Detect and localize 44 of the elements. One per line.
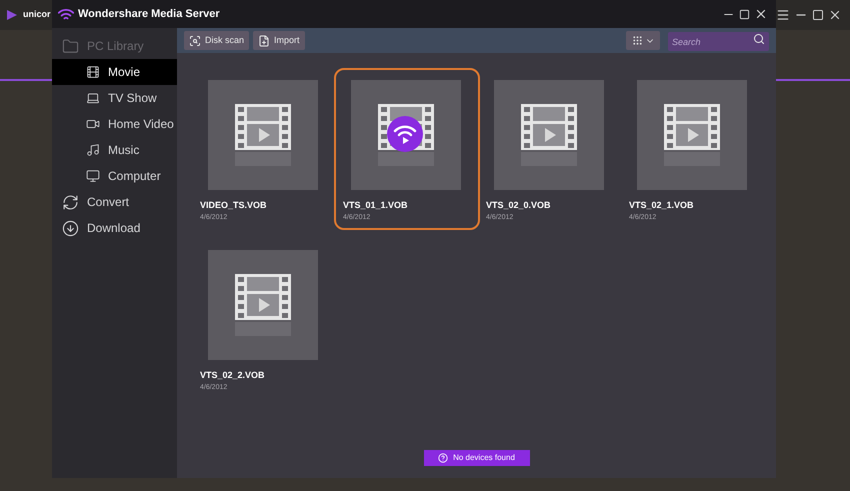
sidebar-item[interactable]: Home Video xyxy=(52,111,177,137)
film-icon xyxy=(521,104,577,166)
folder-icon xyxy=(62,38,79,54)
film-icon xyxy=(235,104,291,166)
file-name: VIDEO_TS.VOB xyxy=(200,199,268,212)
music-note-icon xyxy=(86,143,100,157)
grid-icon xyxy=(632,35,642,46)
laptop-icon xyxy=(86,91,100,105)
video-camera-icon xyxy=(86,117,100,131)
sidebar-item[interactable]: Music xyxy=(52,137,177,163)
maximize-icon[interactable] xyxy=(739,8,750,20)
refresh-icon xyxy=(62,194,79,210)
sidebar-item[interactable]: Computer xyxy=(52,163,177,189)
close-icon[interactable] xyxy=(754,7,768,21)
file-name: VTS_02_0.VOB xyxy=(486,199,552,212)
close-icon[interactable] xyxy=(828,8,842,22)
sidebar-item[interactable]: Movie xyxy=(52,59,177,85)
film-icon xyxy=(664,104,720,166)
file-name: VTS_02_1.VOB xyxy=(629,199,695,212)
disk-scan-icon xyxy=(189,34,201,46)
toolbar-button[interactable]: Disk scan xyxy=(184,31,250,50)
file-name: VTS_01_1.VOB xyxy=(343,199,409,212)
film-icon xyxy=(86,65,100,79)
search-field[interactable]: Search xyxy=(668,32,769,51)
sidebar-item[interactable]: TV Show xyxy=(52,85,177,111)
file-name: VTS_02_2.VOB xyxy=(200,369,266,382)
film-icon xyxy=(235,274,291,336)
app-title: unicor xyxy=(23,8,51,22)
sidebar-item[interactable]: Download xyxy=(52,215,177,241)
wifi-play-icon xyxy=(393,123,417,145)
download-icon xyxy=(62,220,79,236)
file-add-icon xyxy=(258,34,270,46)
monitor-icon xyxy=(86,169,100,183)
search-icon xyxy=(753,32,765,44)
window-title: Wondershare Media Server xyxy=(78,6,220,22)
status-message: No devices found xyxy=(453,452,515,464)
view-toggle-button[interactable] xyxy=(626,31,660,50)
toolbar-button[interactable]: Import xyxy=(253,31,305,50)
maximize-icon[interactable] xyxy=(812,9,824,21)
help-icon xyxy=(438,453,448,463)
menu-icon[interactable] xyxy=(776,8,790,22)
sidebar-item[interactable]: Convert xyxy=(52,189,177,215)
play-logo-icon xyxy=(6,9,18,21)
wifi-logo-icon xyxy=(58,8,74,20)
